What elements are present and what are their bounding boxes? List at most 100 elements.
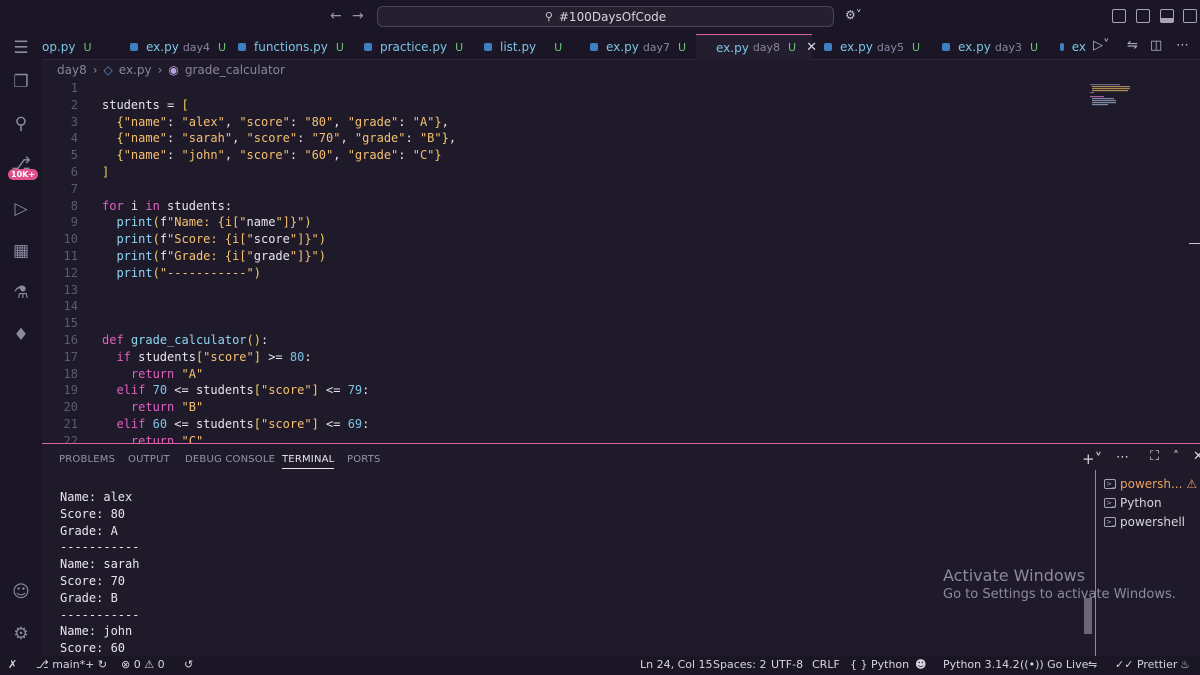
tab-op-py[interactable]: op.py U [42,34,130,60]
line-ending[interactable]: CRLF [812,658,840,671]
copilot-status-icon[interactable]: ☻ [915,658,926,671]
indentation[interactable]: Spaces: 2 [713,658,766,671]
tab-ports[interactable]: PORTS [347,454,381,465]
line-number: 20 [63,400,78,415]
branch-indicator[interactable]: ⎇ main*+ ↻ [36,658,107,671]
close-icon[interactable]: ✕ [806,40,817,55]
tab-ex-overflow[interactable]: ex [1060,34,1086,60]
maximize-panel-icon[interactable]: ⛶ [1150,449,1159,464]
code-line[interactable]: 4 {"name": "sarah", "score": "70", "grad… [42,130,1082,147]
terminal-item-powershell-1[interactable]: >_ powersh... ⚠ [1104,477,1197,491]
compare-changes-icon[interactable]: ⇋ [1127,38,1138,53]
code-line[interactable]: 10 print(f"Score: {i["score"]}") [42,231,1082,248]
code-line[interactable]: 14 [42,298,1082,315]
history-icon[interactable]: ↺ [184,658,193,671]
code-line[interactable]: 11 print(f"Grade: {i["grade"]}") [42,248,1082,265]
tab-functions-py[interactable]: functions.py U [238,34,362,60]
tab-list-py[interactable]: list.py U [484,34,590,60]
breadcrumb-file[interactable]: ex.py [119,63,152,77]
tab-output[interactable]: OUTPUT [128,454,170,465]
python-file-icon: ◇ [103,63,113,77]
terminal-scrollbar[interactable] [1084,598,1092,634]
problems-indicator[interactable]: ⊗ 0 ⚠ 0 [121,658,165,671]
search-icon[interactable]: ⚲ [11,114,31,134]
python-icon[interactable]: ♦ [11,325,31,345]
forward-arrow-icon[interactable]: → [352,8,364,24]
code-line[interactable]: 20 return "B" [42,399,1082,416]
code-line[interactable]: 21 elif 60 <= students["score"] <= 69: [42,416,1082,433]
code-text: print(f"Score: {i["score"]}") [116,232,327,247]
account-icon[interactable]: ☺ [11,582,31,602]
toggle-secondary-sidebar-icon[interactable] [1183,9,1197,23]
cursor-position[interactable]: Ln 24, Col 15 [640,658,713,671]
chevron-up-icon[interactable]: ˄ [1173,449,1179,463]
tab-ex-py-day8[interactable]: ex.py day8 U ✕ [696,34,817,60]
tab-practice-py[interactable]: practice.py U [364,34,480,60]
code-line[interactable]: 8 for i in students: [42,198,1082,215]
code-text: students = [ [102,97,189,112]
explorer-icon[interactable]: ❐ [11,72,31,92]
close-panel-icon[interactable]: ✕ [1193,449,1200,464]
prettier-status[interactable]: ✓✓ Prettier [1115,658,1177,671]
warning-count: 0 [157,658,165,671]
minimap[interactable] [1090,82,1130,122]
back-arrow-icon[interactable]: ← [330,8,342,24]
testing-icon[interactable]: ⚗ [11,283,31,303]
new-terminal-icon[interactable]: +˅ [1082,450,1102,468]
python-file-icon [484,43,492,51]
terminal-item-python[interactable]: >_ Python [1104,496,1162,510]
settings-gear-icon[interactable]: ⚙ [11,624,31,644]
code-line[interactable]: 19 elif 70 <= students["score"] <= 79: [42,382,1082,399]
code-line[interactable]: 9 print(f"Name: {i["name"]}") [42,214,1082,231]
code-line[interactable]: 18 return "A" [42,366,1082,383]
breadcrumb-folder[interactable]: day8 [57,63,87,77]
breadcrumb-symbol[interactable]: grade_calculator [185,63,285,77]
more-actions-icon[interactable]: ⋯ [1116,450,1129,465]
split-editor-icon[interactable]: ◫ [1150,38,1162,53]
tab-ex-py-day5[interactable]: ex.py day5 U [824,34,936,60]
code-line[interactable]: 5 {"name": "john", "score": "60", "grade… [42,147,1082,164]
go-live-button[interactable]: ((•)) Go Live [1020,658,1088,671]
terminal-item-powershell-2[interactable]: >_ powershell [1104,515,1185,529]
run-python-icon[interactable]: ▷˅ [1093,38,1110,53]
more-actions-icon[interactable]: ⋯ [1176,38,1189,53]
terminal-line: Score: 60 [60,641,126,656]
tab-terminal[interactable]: TERMINAL [282,454,335,469]
code-line[interactable]: 3 {"name": "alex", "score": "80", "grade… [42,114,1082,131]
extensions-icon[interactable]: ▦ [11,241,31,261]
terminal-list: >_ powersh... ⚠ >_ Python >_ powershell [1095,470,1200,657]
code-line[interactable]: 1 [42,80,1082,97]
code-line[interactable]: 15 [42,315,1082,332]
tab-problems[interactable]: PROBLEMS [59,454,115,465]
code-line[interactable]: 22 return "C" [42,433,1082,443]
copilot-icon[interactable]: ⚙˅ [845,8,862,22]
code-line[interactable]: 12 print("-----------") [42,265,1082,282]
customize-layout-icon[interactable] [1112,9,1126,23]
python-file-icon [238,43,246,51]
encoding[interactable]: UTF-8 [771,658,803,671]
editor-scrollbar-marker[interactable] [1189,243,1200,244]
toggle-sidebar-icon[interactable] [1136,9,1150,23]
tab-ex-py-day7[interactable]: ex.py day7 U [590,34,698,60]
code-text: print("-----------") [116,265,261,280]
run-debug-icon[interactable]: ▷ [11,199,31,219]
toggle-panel-icon[interactable] [1160,9,1174,23]
code-line[interactable]: 17 if students["score"] >= 80: [42,349,1082,366]
tab-ex-py-day4[interactable]: ex.py day4 U [130,34,242,60]
code-line[interactable]: 16 def grade_calculator(): [42,332,1082,349]
code-line[interactable]: 7 [42,181,1082,198]
tab-debug-console[interactable]: DEBUG CONSOLE [185,454,275,465]
python-interpreter[interactable]: Python 3.14.2 [943,658,1020,671]
live-share-icon[interactable]: ⇋ [1088,658,1097,671]
command-center-search[interactable]: ⚲ #100DaysOfCode [377,6,834,27]
code-line[interactable]: 6] [42,164,1082,181]
code-line[interactable]: 2 students = [ [42,97,1082,114]
language-mode[interactable]: { } Python [850,658,909,671]
code-line[interactable]: 13 [42,282,1082,299]
code-editor[interactable]: 1 2 students = [3 {"name": "alex", "score"… [42,80,1200,443]
menu-icon[interactable]: ☰ [11,38,31,58]
tab-ex-py-day3[interactable]: ex.py day3 U [942,34,1054,60]
remote-icon[interactable]: ✗ [8,658,17,671]
notifications-icon[interactable]: ♨ [1180,658,1190,671]
code-text: elif 70 <= students["score"] <= 79: [116,383,370,398]
